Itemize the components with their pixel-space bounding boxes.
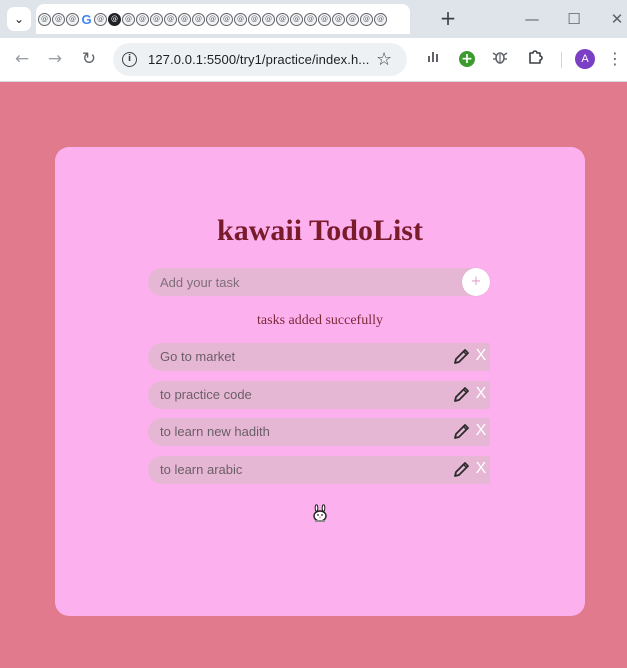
puzzle-icon[interactable] (525, 49, 545, 69)
plus-circle-icon[interactable]: + (459, 51, 475, 67)
browser-tab-bar: ⌄ @ @ @ G @ @ @ @ @ @ @ @ @ @ @ @ @ @ @ … (0, 0, 627, 38)
tab-favicon[interactable]: @ (220, 12, 233, 26)
star-icon[interactable]: ☆ (376, 49, 392, 70)
close-window-button[interactable]: ✕ (607, 9, 627, 29)
pencil-icon[interactable] (451, 385, 471, 405)
tab-favicon[interactable]: @ (318, 12, 331, 26)
tab-favicon[interactable]: @ (332, 12, 345, 26)
tab-strip[interactable]: @ @ @ G @ @ @ @ @ @ @ @ @ @ @ @ @ @ @ @ … (36, 4, 410, 34)
toolbar-divider (561, 52, 562, 68)
delete-button[interactable]: X (474, 420, 488, 442)
tab-favicon[interactable]: @ (52, 12, 65, 26)
delete-button[interactable]: X (474, 458, 488, 480)
tab-favicon[interactable]: @ (248, 12, 261, 26)
bug-icon[interactable] (490, 49, 510, 69)
tab-favicon[interactable]: @ (346, 12, 359, 26)
task-text: to learn arabic (160, 462, 243, 477)
tab-favicon[interactable]: @ (192, 12, 205, 26)
tab-favicon[interactable]: @ (164, 12, 177, 26)
bunny-icon (310, 503, 330, 523)
address-bar[interactable]: i 127.0.0.1:5500/try1/practice/index.h..… (113, 43, 407, 76)
delete-button[interactable]: X (474, 345, 488, 367)
add-task-button[interactable]: + (462, 268, 490, 296)
tab-favicon[interactable]: @ (94, 12, 107, 26)
task-text: to learn new hadith (160, 424, 270, 439)
url-text[interactable]: 127.0.0.1:5500/try1/practice/index.h... (148, 52, 369, 67)
list-item: Go to market X (148, 343, 490, 371)
status-message: tasks added succefully (257, 313, 383, 328)
tab-favicon[interactable]: @ (290, 12, 303, 26)
tab-favicon[interactable]: @ (276, 12, 289, 26)
avatar[interactable]: A (575, 49, 595, 69)
pencil-icon[interactable] (451, 422, 471, 442)
tab-favicon[interactable]: @ (136, 12, 149, 26)
tab-favicon[interactable]: @ (122, 12, 135, 26)
chevron-down-icon[interactable]: ⌄ (7, 7, 31, 31)
reload-icon[interactable]: ↻ (78, 48, 100, 70)
tab-favicon[interactable]: @ (304, 12, 317, 26)
tab-favicon[interactable]: @ (150, 12, 163, 26)
browser-toolbar: ← → ↻ i 127.0.0.1:5500/try1/practice/ind… (0, 38, 627, 82)
delete-button[interactable]: X (474, 383, 488, 405)
google-icon[interactable]: G (80, 13, 93, 26)
tab-favicon[interactable]: @ (38, 12, 51, 26)
arrow-right-icon[interactable]: → (44, 48, 66, 70)
tab-favicon[interactable]: @ (206, 12, 219, 26)
list-item: to learn new hadith X (148, 418, 490, 446)
plus-icon[interactable]: + (438, 8, 458, 28)
tab-favicon[interactable]: @ (262, 12, 275, 26)
tab-favicon[interactable]: @ (234, 12, 247, 26)
task-input-group: + (148, 268, 490, 296)
tab-favicon[interactable]: @ (178, 12, 191, 26)
task-text: Go to market (160, 349, 236, 364)
list-item: to practice code X (148, 381, 490, 409)
tab-favicon[interactable]: @ (66, 12, 79, 26)
arrow-left-icon[interactable]: ← (11, 48, 33, 70)
list-item: to learn arabic X (148, 456, 490, 484)
page-title: kawaii TodoList (217, 214, 423, 247)
kebab-menu-icon[interactable]: ⋮ (607, 49, 623, 69)
tab-favicon[interactable]: @ (374, 12, 387, 26)
tab-favicon[interactable]: @ (108, 12, 121, 26)
task-text: to practice code (160, 387, 252, 402)
pencil-icon[interactable] (451, 347, 471, 367)
maximize-button[interactable]: ☐ (564, 9, 584, 29)
bar-chart-icon[interactable] (423, 49, 443, 69)
task-input[interactable] (148, 268, 468, 296)
pencil-icon[interactable] (451, 460, 471, 480)
tab-favicon[interactable]: @ (360, 12, 373, 26)
minimize-button[interactable]: — (522, 9, 542, 29)
info-icon[interactable]: i (122, 52, 137, 67)
